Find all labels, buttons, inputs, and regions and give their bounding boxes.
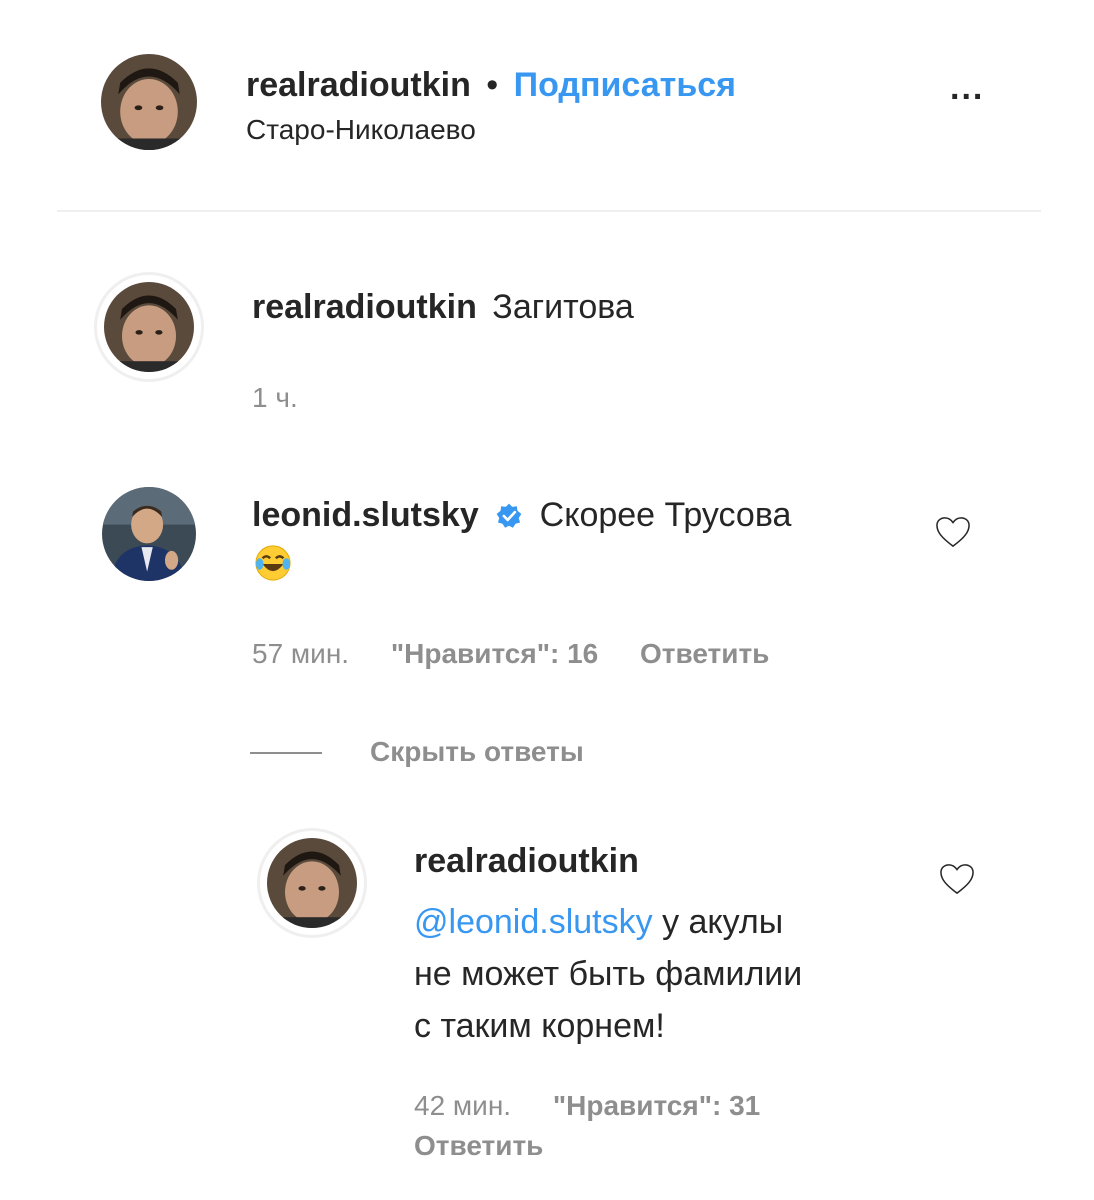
avatar-image-utkin: [104, 282, 194, 372]
comment-reply-button[interactable]: Ответить: [640, 638, 769, 669]
hide-replies-button[interactable]: Скрыть ответы: [370, 736, 584, 768]
comment-likes[interactable]: "Нравится": 16: [391, 638, 598, 669]
verified-badge-icon: [496, 499, 522, 528]
reply-time[interactable]: 42 мин.: [414, 1090, 511, 1121]
post-location[interactable]: Старо-Николаево: [246, 114, 476, 146]
more-options-button[interactable]: ...: [950, 71, 984, 105]
caption-username[interactable]: realradioutkin: [252, 288, 477, 326]
laughing-emoji-icon: [254, 544, 292, 582]
comment-avatar[interactable]: [102, 487, 196, 581]
avatar-image-utkin: [101, 54, 197, 150]
replies-toggle-line: [250, 752, 322, 754]
header-divider: [57, 210, 1041, 212]
comment-text: Скорее Трусова: [539, 496, 792, 534]
comment-like-heart-icon[interactable]: [934, 515, 972, 549]
reply-reply-button[interactable]: Ответить: [414, 1130, 543, 1161]
follow-button[interactable]: Подписаться: [514, 66, 736, 104]
caption-avatar[interactable]: [94, 272, 204, 382]
reply-avatar[interactable]: [257, 828, 367, 938]
post-author-username[interactable]: realradioutkin: [246, 66, 471, 104]
comment-username[interactable]: leonid.slutsky: [252, 496, 479, 534]
reply-mention-link[interactable]: @leonid.slutsky: [414, 903, 653, 941]
comment-time[interactable]: 57 мин.: [252, 638, 349, 669]
caption-text: Загитова: [492, 288, 634, 326]
reply-username[interactable]: realradioutkin: [414, 842, 639, 881]
header-separator: •: [486, 66, 499, 104]
post-author-avatar[interactable]: [101, 54, 197, 150]
reply-text-line-3: с таким корнем!: [414, 1007, 665, 1045]
reply-text-line-2: не может быть фамилии: [414, 955, 803, 993]
reply-likes[interactable]: "Нравится": 31: [553, 1090, 760, 1121]
reply-like-heart-icon[interactable]: [938, 862, 976, 896]
reply-text-line-1: у акулы: [652, 903, 784, 941]
avatar-image-utkin: [267, 838, 357, 928]
caption-time[interactable]: 1 ч.: [252, 382, 298, 414]
avatar-image-slutsky: [102, 487, 196, 581]
